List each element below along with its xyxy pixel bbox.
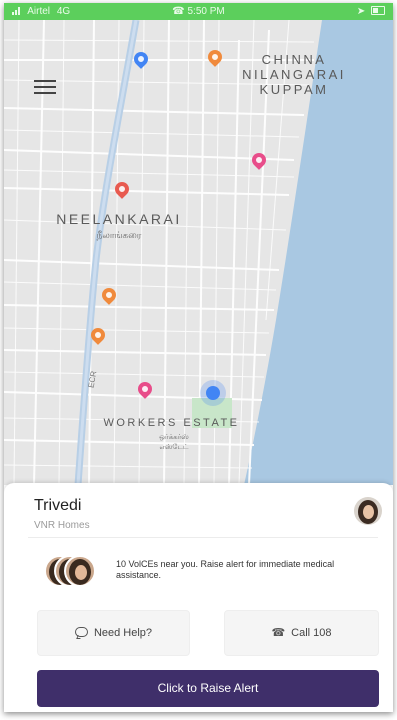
label-workers-tamil-2: எஸ்டேட் (159, 444, 189, 451)
app-frame: Airtel 4G ☎ 5:50 PM ➤ CHINNA NILANGARAI … (4, 3, 393, 712)
raise-alert-button[interactable]: Click to Raise Alert (37, 670, 379, 707)
label-neelankarai: NEELANKARAI (56, 211, 182, 227)
chat-bubble-icon (74, 627, 88, 637)
label-chinna-nilangarai: CHINNA NILANGARAI KUPPAM (229, 52, 359, 97)
call-108-label: Call 108 (291, 627, 332, 639)
user-name: Trivedi (34, 497, 82, 514)
label-chinna-1: CHINNA (261, 52, 327, 67)
bottom-sheet: Trivedi VNR Homes 10 VolCEs near you. Ra… (4, 483, 393, 712)
call-108-button[interactable]: ☎ Call 108 (224, 610, 379, 656)
need-help-button[interactable]: Need Help? (37, 610, 190, 656)
location-arrow-icon: ➤ (356, 6, 366, 17)
user-avatar[interactable] (354, 497, 382, 525)
status-bar: Airtel 4G ☎ 5:50 PM ➤ (4, 3, 393, 20)
status-time: 5:50 PM (187, 6, 225, 17)
hamburger-menu-icon[interactable] (34, 80, 56, 96)
current-location-icon (200, 380, 226, 406)
status-time-wrap: ☎ 5:50 PM (4, 3, 393, 20)
phone-icon: ☎ (271, 627, 286, 639)
volunteer-avatar-3 (64, 555, 96, 587)
label-neelankarai-tamil: நீலாங்கரை (96, 230, 142, 240)
label-chinna-3: KUPPAM (259, 82, 329, 97)
label-workers-estate: WORKERS ESTATE (103, 417, 240, 429)
need-help-label: Need Help? (93, 627, 153, 639)
status-right: ➤ (357, 3, 385, 20)
divider (28, 537, 378, 538)
label-chinna-2: NILANGARAI (242, 67, 346, 82)
call-indicator-icon: ☎ (172, 6, 185, 17)
user-location: VNR Homes (34, 520, 90, 531)
battery-icon (371, 6, 385, 15)
nearby-notice: 10 VolCEs near you. Raise alert for imme… (116, 559, 335, 580)
nearby-volunteers-avatars (44, 555, 96, 587)
map-view[interactable]: CHINNA NILANGARAI KUPPAM NEELANKARAI நீல… (4, 20, 393, 485)
